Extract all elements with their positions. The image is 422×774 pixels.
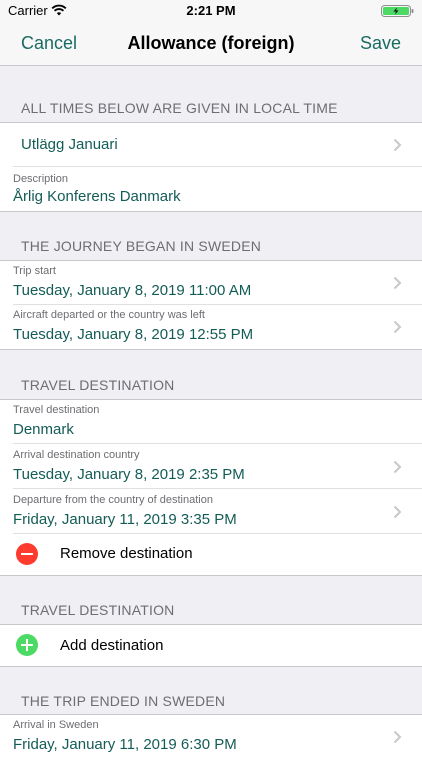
add-destination-label: Add destination xyxy=(60,637,164,654)
battery-icon xyxy=(381,5,414,17)
arrival-sweden-row[interactable]: Arrival in Sweden Friday, January 11, 20… xyxy=(0,715,422,759)
departure-destination-value: Friday, January 11, 2019 3:35 PM xyxy=(13,511,237,528)
chevron-right-icon xyxy=(393,320,402,334)
intro-group: Utlägg Januari Description Årlig Konfere… xyxy=(0,122,422,212)
destination-label: Travel destination xyxy=(13,404,100,416)
remove-icon[interactable] xyxy=(16,543,38,565)
remove-destination-row[interactable]: Remove destination xyxy=(0,534,422,575)
add-destination-group: Add destination xyxy=(0,624,422,667)
section-header-travel-destination-2: TRAVEL DESTINATION xyxy=(21,602,175,618)
destination-value: Denmark xyxy=(13,421,74,438)
arrival-sweden-value: Friday, January 11, 2019 6:30 PM xyxy=(13,736,237,753)
arrival-destination-row[interactable]: Arrival destination country Tuesday, Jan… xyxy=(0,444,422,489)
section-header-journey-began: THE JOURNEY BEGAN IN SWEDEN xyxy=(21,238,262,254)
departure-destination-label: Departure from the country of destinatio… xyxy=(13,494,213,506)
section-header-local-time: ALL TIMES BELOW ARE GIVEN IN LOCAL TIME xyxy=(21,100,338,116)
journey-began-group: Trip start Tuesday, January 8, 2019 11:0… xyxy=(0,260,422,350)
trip-start-value: Tuesday, January 8, 2019 11:00 AM xyxy=(13,282,252,299)
departure-destination-row[interactable]: Departure from the country of destinatio… xyxy=(0,489,422,534)
template-row[interactable]: Utlägg Januari xyxy=(0,123,422,167)
description-value: Årlig Konferens Danmark xyxy=(13,188,181,205)
add-destination-row[interactable]: Add destination xyxy=(0,625,422,666)
departed-value: Tuesday, January 8, 2019 12:55 PM xyxy=(13,326,254,343)
description-label: Description xyxy=(13,173,69,185)
section-header-travel-destination: TRAVEL DESTINATION xyxy=(21,377,175,393)
description-row[interactable]: Description Årlig Konferens Danmark xyxy=(0,167,422,211)
remove-destination-label: Remove destination xyxy=(60,545,193,562)
arrival-destination-label: Arrival destination country xyxy=(13,449,140,461)
clock: 2:21 PM xyxy=(186,3,236,18)
departed-row[interactable]: Aircraft departed or the country was lef… xyxy=(0,305,422,349)
trip-start-row[interactable]: Trip start Tuesday, January 8, 2019 11:0… xyxy=(0,261,422,305)
add-icon[interactable] xyxy=(16,634,38,656)
chevron-right-icon xyxy=(393,505,402,519)
arrival-sweden-label: Arrival in Sweden xyxy=(13,719,99,731)
page-title: Allowance (foreign) xyxy=(127,33,295,53)
chevron-right-icon xyxy=(393,730,402,744)
chevron-right-icon xyxy=(393,138,402,152)
trip-start-label: Trip start xyxy=(13,265,56,277)
section-header-trip-ended: THE TRIP ENDED IN SWEDEN xyxy=(21,693,226,709)
chevron-right-icon xyxy=(393,460,402,474)
arrival-destination-value: Tuesday, January 8, 2019 2:35 PM xyxy=(13,466,245,483)
destination-row[interactable]: Travel destination Denmark xyxy=(0,400,422,444)
departed-label: Aircraft departed or the country was lef… xyxy=(13,309,205,321)
save-button[interactable]: Save xyxy=(360,33,401,54)
template-value: Utlägg Januari xyxy=(21,136,118,153)
navigation-bar: Cancel Allowance (foreign) Save xyxy=(0,22,422,66)
destination-group: Travel destination Denmark Arrival desti… xyxy=(0,399,422,576)
status-bar: Carrier 2:21 PM xyxy=(0,0,422,22)
chevron-right-icon xyxy=(393,276,402,290)
trip-ended-group: Arrival in Sweden Friday, January 11, 20… xyxy=(0,714,422,774)
